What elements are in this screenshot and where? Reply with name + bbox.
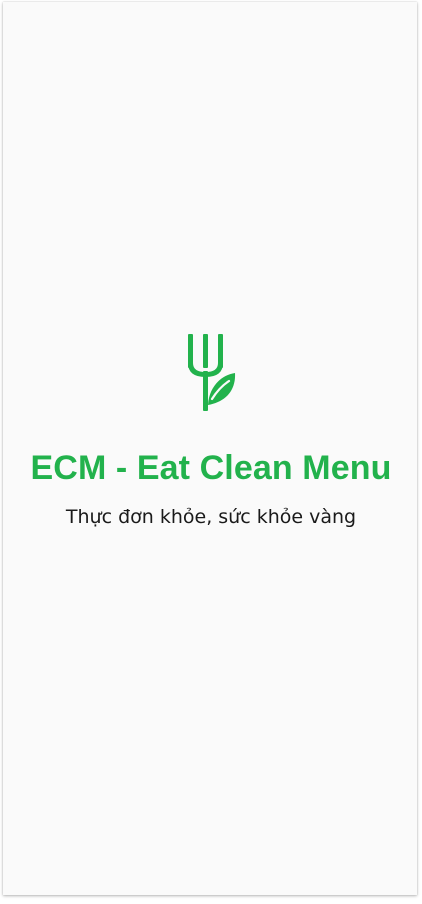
app-tagline: Thực đơn khỏe, sức khỏe vàng	[65, 506, 357, 528]
fork-leaf-icon	[188, 334, 236, 411]
app-title: ECM - Eat Clean Menu	[30, 449, 392, 487]
